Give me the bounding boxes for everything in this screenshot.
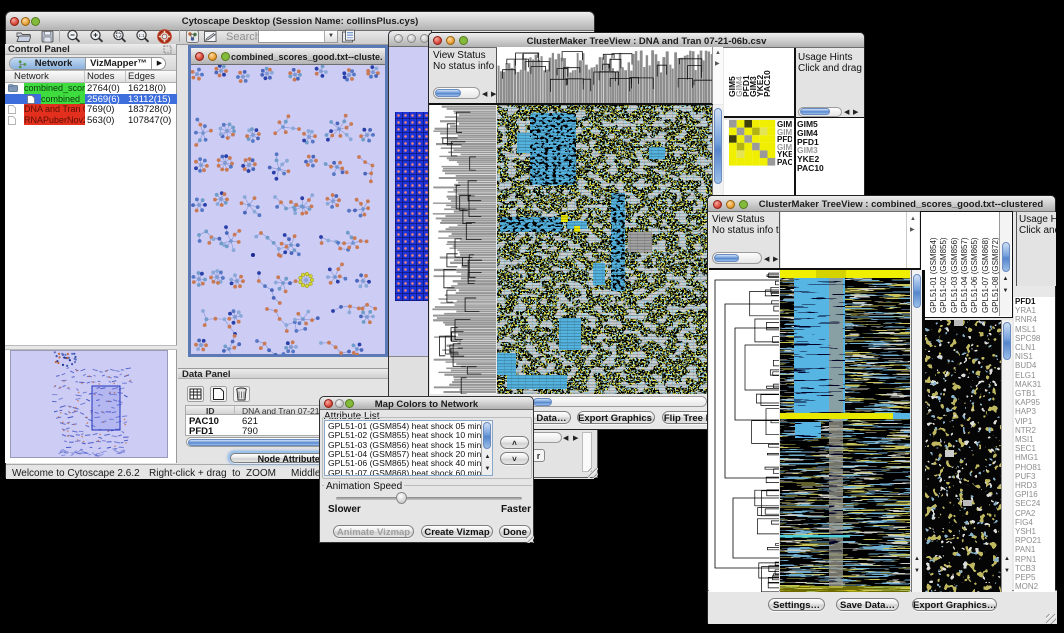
svg-text:1:1: 1:1 — [138, 33, 145, 38]
